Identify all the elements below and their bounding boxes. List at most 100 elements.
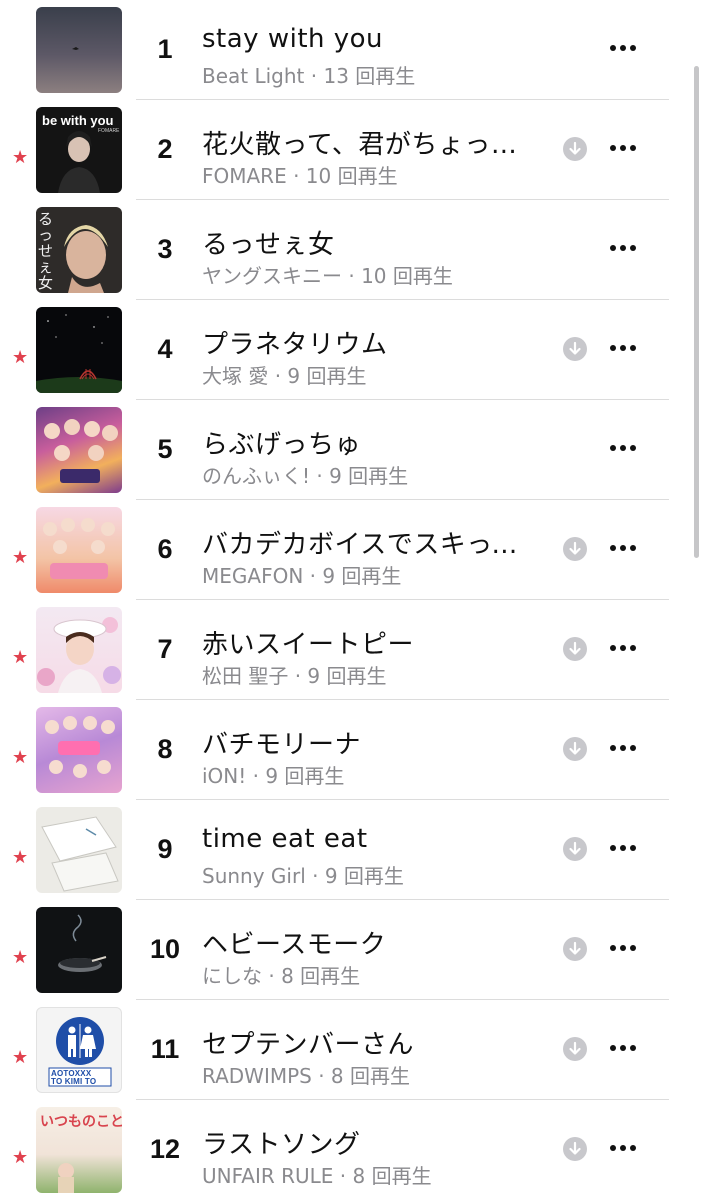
star-icon: ★ xyxy=(12,947,29,967)
track-rank: 8 xyxy=(157,734,173,764)
group-illustration xyxy=(45,716,115,778)
more-icon[interactable] xyxy=(610,38,640,58)
star-icon: ★ xyxy=(12,1147,29,1167)
more-icon[interactable] xyxy=(610,438,640,458)
track-title: るっせぇ女 xyxy=(202,230,335,260)
track-row[interactable]: ★ 10 ヘビースモーク にしな · 8 回再生 xyxy=(0,900,705,1000)
star-icon: ★ xyxy=(12,847,29,867)
download-icon[interactable] xyxy=(563,837,587,861)
track-title: らぶげっちゅ xyxy=(202,430,362,460)
track-title: プラネタリウム xyxy=(202,330,388,360)
track-rank: 11 xyxy=(150,1034,180,1064)
track-title: stay with you xyxy=(202,24,384,54)
track-subtitle: のんふぃく! · 9 回再生 xyxy=(202,464,409,488)
album-artwork: AOTOXXX TO KIMI TO xyxy=(36,1007,122,1093)
track-rank: 1 xyxy=(157,34,173,64)
download-icon[interactable] xyxy=(563,337,587,361)
track-rank: 6 xyxy=(157,534,173,564)
album-artwork: be with you FOMARE xyxy=(36,107,122,193)
album-artwork xyxy=(36,507,122,593)
star-icon: ★ xyxy=(12,347,29,367)
track-subtitle: 松田 聖子 · 9 回再生 xyxy=(202,664,387,688)
ashtray-scene xyxy=(58,914,107,972)
track-subtitle: ヤングスキニー · 10 回再生 xyxy=(202,264,453,288)
star-icon: ★ xyxy=(12,547,29,567)
more-icon[interactable] xyxy=(610,538,640,558)
track-subtitle: iON! · 9 回再生 xyxy=(202,764,345,788)
track-subtitle: Sunny Girl · 9 回再生 xyxy=(202,864,404,888)
track-rank: 4 xyxy=(157,334,173,364)
track-subtitle: 大塚 愛 · 9 回再生 xyxy=(202,364,367,388)
track-row[interactable]: ★ 4 プラネタリウム 大塚 愛 · 9 回再生 xyxy=(0,300,705,400)
track-row[interactable]: 1 stay with you Beat Light · 13 回再生 xyxy=(0,0,705,100)
more-icon[interactable] xyxy=(610,638,640,658)
track-title: ラストソング xyxy=(202,1130,361,1160)
track-row[interactable]: ★ いつものこと 12 ラストソング UNFAIR RULE · 8 回再生 xyxy=(0,1100,705,1200)
download-icon[interactable] xyxy=(563,537,587,561)
track-row[interactable]: るっせぇ女 3 るっせぇ女 ヤングスキニー · 10 回再生 xyxy=(0,200,705,300)
album-artwork-title: be with you xyxy=(42,113,114,128)
album-artwork xyxy=(36,607,122,693)
night-sky-scene xyxy=(36,314,122,393)
album-artwork: いつものこと xyxy=(36,1107,122,1193)
track-rank: 7 xyxy=(157,634,173,664)
paper-scene xyxy=(41,816,119,892)
album-artwork xyxy=(36,407,122,493)
track-title: 赤いスイートピー xyxy=(202,630,415,660)
track-rank: 12 xyxy=(149,1134,181,1164)
scrollbar[interactable] xyxy=(694,66,699,558)
track-rank: 9 xyxy=(157,834,173,864)
more-icon[interactable] xyxy=(610,138,640,158)
album-artwork xyxy=(36,707,122,793)
track-title: バカデカボイスでスキって言って xyxy=(202,530,532,560)
track-row[interactable]: ★ 9 time eat eat Sunny Girl · 9 回再生 xyxy=(0,800,705,900)
more-icon[interactable] xyxy=(610,838,640,858)
track-rank: 5 xyxy=(157,434,173,464)
track-row[interactable]: ★ 8 バチモリーナ iON! · 9 回再生 xyxy=(0,700,705,800)
download-icon[interactable] xyxy=(563,1137,587,1161)
track-subtitle: RADWIMPS · 8 回再生 xyxy=(202,1064,411,1088)
track-row[interactable]: 5 らぶげっちゅ のんふぃく! · 9 回再生 xyxy=(0,400,705,500)
download-icon[interactable] xyxy=(563,137,587,161)
track-rank: 3 xyxy=(157,234,173,264)
star-icon: ★ xyxy=(12,147,29,167)
track-title: 花火散って、君がちょっと寂しくなって xyxy=(202,130,532,160)
more-icon[interactable] xyxy=(610,1038,640,1058)
album-artwork: るっせぇ女 xyxy=(36,207,122,293)
more-icon[interactable] xyxy=(610,1138,640,1158)
track-subtitle: MEGAFON · 9 回再生 xyxy=(202,564,402,588)
track-title: セプテンバーさん xyxy=(202,1030,415,1060)
album-artwork xyxy=(36,807,122,893)
track-row[interactable]: ★ 7 赤いスイートピー 松田 聖子 · 9 回再生 xyxy=(0,600,705,700)
star-icon: ★ xyxy=(12,647,29,667)
download-icon[interactable] xyxy=(563,737,587,761)
download-icon[interactable] xyxy=(563,1037,587,1061)
track-subtitle: FOMARE · 10 回再生 xyxy=(202,164,398,188)
group-illustration xyxy=(44,419,118,483)
download-icon[interactable] xyxy=(563,937,587,961)
track-subtitle: にしな · 8 回再生 xyxy=(202,964,361,988)
track-row[interactable]: ★ AOTOXXX TO KIMI TO 11 セプテンバーさん RADWIMP… xyxy=(0,1000,705,1100)
album-artwork xyxy=(36,907,122,993)
track-row[interactable]: ★ be with you FOMARE 2 花火散って、君がちょっと寂しくなっ… xyxy=(0,100,705,200)
more-icon[interactable] xyxy=(610,738,640,758)
track-subtitle: UNFAIR RULE · 8 回再生 xyxy=(202,1164,432,1188)
album-artwork-title: いつものこと xyxy=(40,1114,122,1130)
album-artwork-subtitle: TO KIMI TO xyxy=(51,1077,97,1086)
group-illustration xyxy=(43,518,115,579)
album-artwork xyxy=(36,307,122,393)
track-rank: 10 xyxy=(149,934,181,964)
more-icon[interactable] xyxy=(610,338,640,358)
album-artwork xyxy=(36,7,122,93)
star-icon: ★ xyxy=(12,747,29,767)
portrait-figure xyxy=(37,617,121,693)
star-icon: ★ xyxy=(12,1047,29,1067)
track-row[interactable]: ★ 6 バカデカボイスでスキって言って MEGAFON · 9 回再生 xyxy=(0,500,705,600)
more-icon[interactable] xyxy=(610,238,640,258)
track-title: time eat eat xyxy=(202,824,368,854)
track-subtitle: Beat Light · 13 回再生 xyxy=(202,64,416,88)
more-icon[interactable] xyxy=(610,938,640,958)
album-artwork-subtitle: FOMARE xyxy=(98,128,120,134)
track-title: バチモリーナ xyxy=(202,730,362,760)
download-icon[interactable] xyxy=(563,637,587,661)
